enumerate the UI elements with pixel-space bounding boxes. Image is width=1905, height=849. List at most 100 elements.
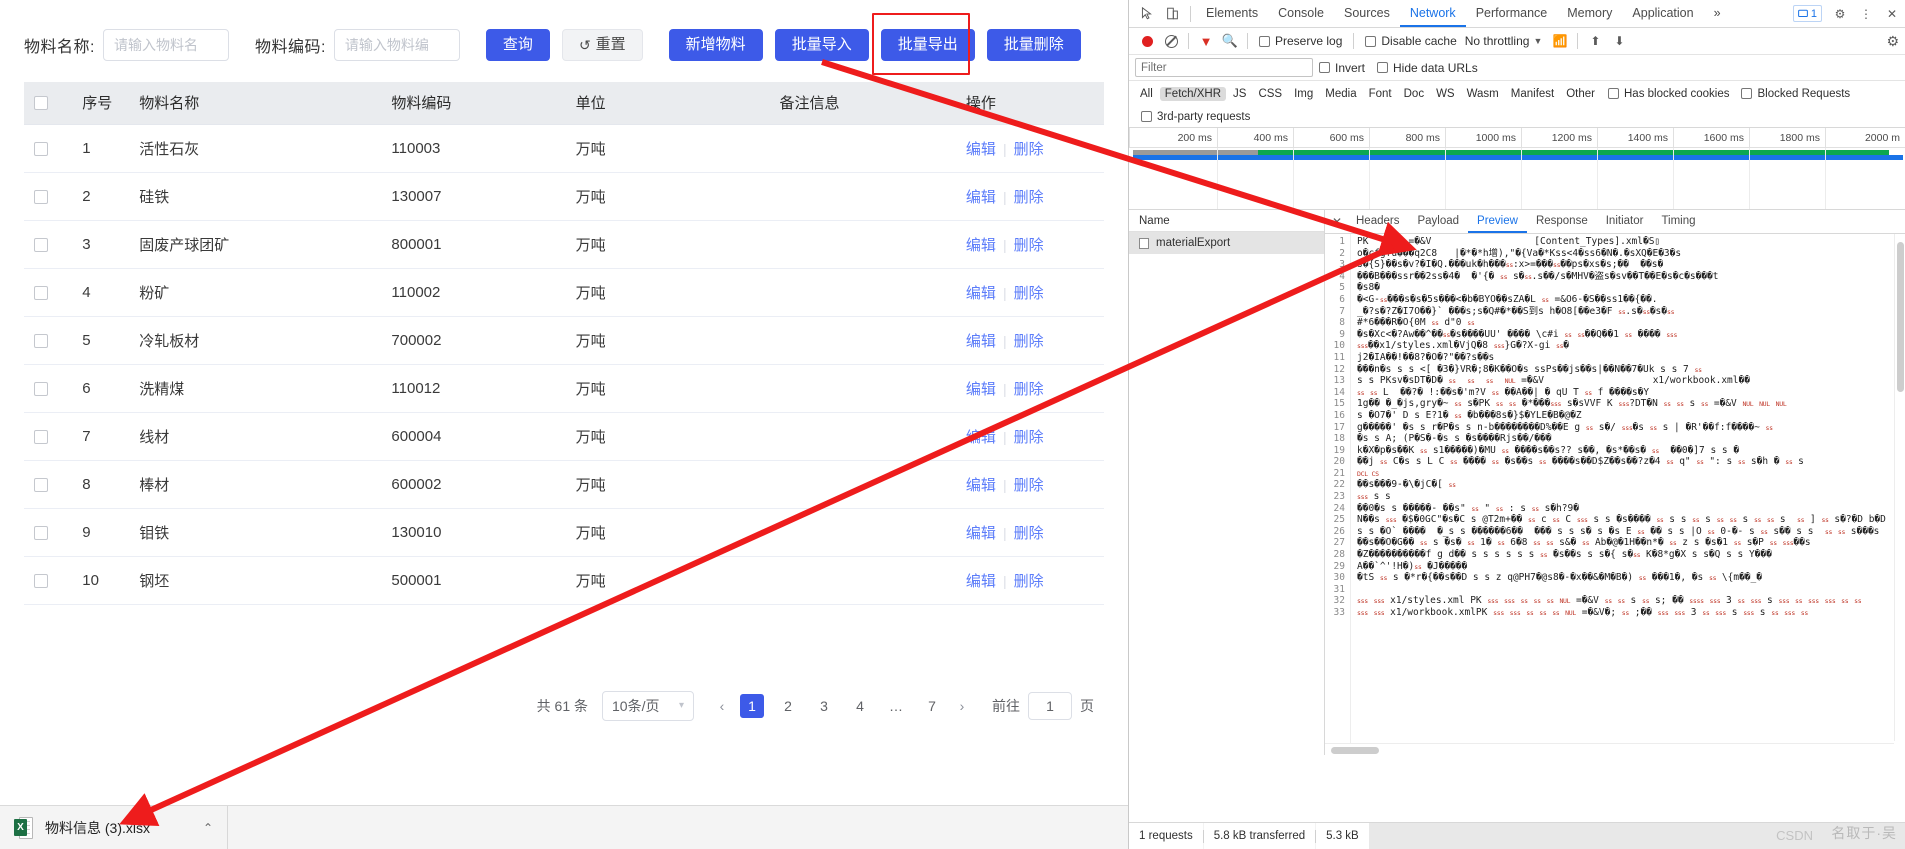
edit-link[interactable]: 编辑	[966, 573, 996, 590]
edit-link[interactable]: 编辑	[966, 525, 996, 542]
network-timeline[interactable]: 200 ms 400 ms 600 ms 800 ms 1000 ms 1200…	[1129, 128, 1905, 210]
network-settings-icon[interactable]: ⚙	[1886, 33, 1899, 50]
row-checkbox[interactable]	[34, 237, 48, 252]
delete-link[interactable]: 删除	[1014, 381, 1044, 398]
next-page-button[interactable]: ›	[950, 692, 974, 720]
detail-tab-headers[interactable]: Headers	[1347, 210, 1408, 233]
material-code-input[interactable]	[333, 29, 460, 61]
table-row[interactable]: 9 钼铁 130010 万吨 编辑 | 删除	[24, 508, 1104, 557]
delete-link[interactable]: 删除	[1014, 333, 1044, 350]
row-checkbox[interactable]	[34, 477, 48, 492]
tab-elements[interactable]: Elements	[1196, 0, 1268, 27]
table-row[interactable]: 3 固废产球团矿 800001 万吨 编辑 | 删除	[24, 220, 1104, 269]
record-button[interactable]	[1135, 29, 1159, 53]
edit-link[interactable]: 编辑	[966, 477, 996, 494]
detail-tab-timing[interactable]: Timing	[1652, 210, 1704, 233]
page-button-3[interactable]: 3	[812, 694, 836, 718]
horizontal-scrollbar[interactable]	[1325, 743, 1894, 755]
batch-delete-button[interactable]: 批量删除	[986, 29, 1081, 61]
table-row[interactable]: 4 粉矿 110002 万吨 编辑 | 删除	[24, 268, 1104, 317]
type-wasm[interactable]: Wasm	[1462, 87, 1504, 101]
delete-link[interactable]: 删除	[1014, 477, 1044, 494]
tab-sources[interactable]: Sources	[1334, 0, 1400, 27]
delete-link[interactable]: 删除	[1014, 573, 1044, 590]
type-fetch-xhr[interactable]: Fetch/XHR	[1159, 86, 1227, 101]
type-font[interactable]: Font	[1364, 87, 1397, 101]
tab-memory[interactable]: Memory	[1557, 0, 1622, 27]
detail-tab-initiator[interactable]: Initiator	[1597, 210, 1653, 233]
edit-link[interactable]: 编辑	[966, 237, 996, 254]
row-checkbox[interactable]	[34, 525, 48, 540]
type-img[interactable]: Img	[1289, 87, 1318, 101]
select-all-checkbox[interactable]	[34, 96, 48, 111]
table-row[interactable]: 8 棒材 600002 万吨 编辑 | 删除	[24, 460, 1104, 509]
hide-data-urls-checkbox[interactable]	[1377, 62, 1389, 73]
page-ellipsis[interactable]: …	[884, 694, 908, 718]
page-size-select[interactable]: 10条/页 ▾	[602, 690, 694, 721]
close-detail-icon[interactable]: ✕	[1327, 210, 1347, 233]
more-options-icon[interactable]: ⋮	[1853, 1, 1879, 27]
table-row[interactable]: 7 线材 600004 万吨 编辑 | 删除	[24, 412, 1104, 461]
add-material-button[interactable]: 新增物料	[668, 29, 763, 61]
batch-import-button[interactable]: 批量导入	[774, 29, 869, 61]
invert-toggle[interactable]: Invert	[1319, 61, 1365, 75]
edit-link[interactable]: 编辑	[966, 189, 996, 206]
table-row[interactable]: 6 洗精煤 110012 万吨 编辑 | 删除	[24, 364, 1104, 413]
device-toolbar-icon[interactable]	[1159, 1, 1185, 27]
hide-data-urls-toggle[interactable]: Hide data URLs	[1377, 61, 1478, 75]
batch-export-button[interactable]: 批量导出	[880, 29, 975, 61]
settings-gear-icon[interactable]: ⚙	[1827, 1, 1853, 27]
type-media[interactable]: Media	[1320, 87, 1361, 101]
close-devtools-icon[interactable]: ✕	[1879, 1, 1905, 27]
row-checkbox[interactable]	[34, 189, 48, 204]
search-button[interactable]: 🔍	[1218, 29, 1242, 53]
page-button-7[interactable]: 7	[920, 694, 944, 718]
delete-link[interactable]: 删除	[1014, 525, 1044, 542]
prev-page-button[interactable]: ‹	[710, 692, 734, 720]
table-row[interactable]: 1 活性石灰 110003 万吨 编辑 | 删除	[24, 124, 1104, 173]
blocked-requests-checkbox[interactable]	[1741, 88, 1753, 99]
type-other[interactable]: Other	[1561, 87, 1600, 101]
chevron-up-icon[interactable]: ⌃	[203, 821, 213, 835]
delete-link[interactable]: 删除	[1014, 189, 1044, 206]
download-item[interactable]: X 物料信息 (3).xlsx ⌃	[0, 805, 228, 849]
type-ws[interactable]: WS	[1431, 87, 1460, 101]
row-checkbox[interactable]	[34, 333, 48, 348]
disable-cache-checkbox[interactable]	[1365, 35, 1377, 47]
table-row[interactable]: 2 硅铁 130007 万吨 编辑 | 删除	[24, 172, 1104, 221]
row-checkbox[interactable]	[34, 573, 48, 588]
blocked-requests-toggle[interactable]: Blocked Requests	[1741, 88, 1850, 100]
tab-console[interactable]: Console	[1268, 0, 1334, 27]
edit-link[interactable]: 编辑	[966, 285, 996, 302]
page-button-2[interactable]: 2	[776, 694, 800, 718]
delete-link[interactable]: 删除	[1014, 429, 1044, 446]
table-row[interactable]: 5 冷轧板材 700002 万吨 编辑 | 删除	[24, 316, 1104, 365]
preserve-log-checkbox[interactable]	[1259, 35, 1270, 47]
has-blocked-cookies-checkbox[interactable]	[1608, 88, 1619, 99]
preserve-log-toggle[interactable]: Preserve log	[1259, 34, 1342, 48]
edit-link[interactable]: 编辑	[966, 333, 996, 350]
disable-cache-toggle[interactable]: Disable cache	[1365, 34, 1457, 48]
detail-tab-response[interactable]: Response	[1527, 210, 1597, 233]
detail-tab-payload[interactable]: Payload	[1408, 210, 1468, 233]
page-button-4[interactable]: 4	[848, 694, 872, 718]
goto-page-input[interactable]	[1028, 691, 1072, 720]
delete-link[interactable]: 删除	[1014, 237, 1044, 254]
network-filter-input[interactable]	[1135, 58, 1313, 77]
row-checkbox[interactable]	[34, 381, 48, 396]
tab-network[interactable]: Network	[1400, 0, 1466, 27]
throttling-value[interactable]: No throttling	[1465, 34, 1530, 48]
import-har-icon[interactable]: ⬆	[1583, 29, 1607, 53]
edit-link[interactable]: 编辑	[966, 141, 996, 158]
table-row[interactable]: 10 钢坯 500001 万吨 编辑 | 删除	[24, 556, 1104, 605]
delete-link[interactable]: 删除	[1014, 141, 1044, 158]
detail-tab-preview[interactable]: Preview	[1468, 210, 1527, 233]
edit-link[interactable]: 编辑	[966, 429, 996, 446]
edit-link[interactable]: 编辑	[966, 381, 996, 398]
chevron-down-icon[interactable]: ▼	[1533, 36, 1542, 46]
message-badge[interactable]: 1	[1792, 5, 1822, 22]
export-har-icon[interactable]: ⬇	[1607, 29, 1631, 53]
type-js[interactable]: JS	[1228, 87, 1251, 101]
type-doc[interactable]: Doc	[1399, 87, 1429, 101]
type-manifest[interactable]: Manifest	[1506, 87, 1559, 101]
